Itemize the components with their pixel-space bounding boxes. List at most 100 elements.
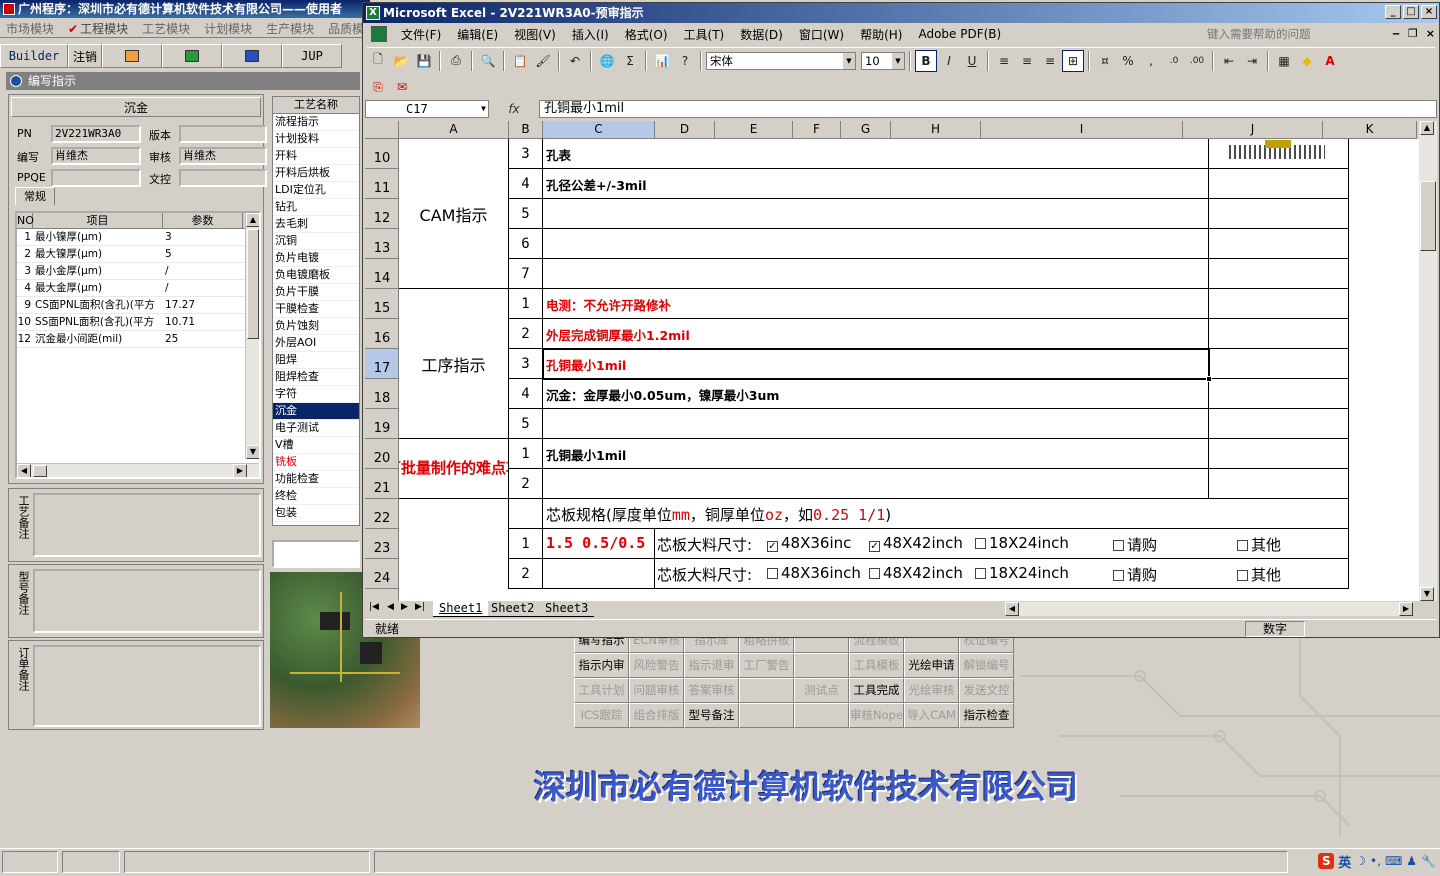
core-size-option[interactable]: ✓ 48X36inc — [767, 534, 851, 552]
ppqe-field[interactable] — [51, 169, 141, 187]
module-engineering[interactable]: ✔ 工程模块 — [62, 18, 136, 37]
sogou-ime-icon[interactable]: S — [1318, 853, 1335, 869]
doc-minimize-icon[interactable]: ‒ — [1392, 27, 1400, 40]
workbook-icon[interactable] — [371, 26, 387, 42]
row-header[interactable]: 15 — [365, 289, 399, 319]
next-sheet-icon[interactable]: ▶ — [401, 602, 408, 612]
increase-decimal-icon[interactable]: .0 — [1163, 50, 1185, 72]
cell-c[interactable]: 孔表 — [543, 139, 1209, 169]
cell-b[interactable]: 3 — [509, 139, 543, 169]
fill-color-icon[interactable]: ◆ — [1296, 50, 1318, 72]
cell-j[interactable] — [1209, 229, 1349, 259]
row-header[interactable]: 23 — [365, 529, 399, 559]
process-list-item[interactable]: 负片干膜 — [273, 284, 359, 301]
param-value[interactable]: 10.71 — [163, 314, 243, 330]
col-param-header[interactable]: 参数 — [163, 213, 243, 228]
cell-b[interactable]: 2 — [509, 469, 543, 499]
function-button[interactable]: 发送文控 — [959, 678, 1014, 703]
function-button[interactable]: 审核Nope — [849, 703, 904, 728]
font-color-icon[interactable]: A — [1319, 50, 1341, 72]
row-header[interactable]: 10 — [365, 139, 399, 169]
sheet-horizontal-scrollbar[interactable]: ◀ ▶ — [1005, 602, 1413, 616]
core-size-option[interactable]: 请购 — [1113, 564, 1157, 585]
param-value[interactable]: / — [163, 263, 243, 279]
cell-c[interactable]: 孔铜最小1mil — [543, 439, 1209, 469]
function-button[interactable]: 工厂警告 — [739, 653, 794, 678]
menu-data[interactable]: 数据(D) — [732, 26, 791, 43]
cell-j[interactable] — [1209, 199, 1349, 229]
font-name-select[interactable]: 宋体 ▼ — [706, 51, 856, 70]
cell-c[interactable]: 电测：不允许开路修补 — [543, 289, 1209, 319]
col-item-header[interactable]: 项目 — [33, 213, 163, 228]
currency-icon[interactable]: ¤ — [1094, 50, 1116, 72]
cell-j[interactable] — [1209, 439, 1349, 469]
module-market[interactable]: 市场模块 — [0, 18, 62, 37]
scroll-down-icon[interactable]: ▼ — [246, 445, 259, 459]
process-list-item[interactable]: 功能检查 — [273, 471, 359, 488]
checkbox-icon[interactable] — [1113, 540, 1124, 551]
cell-c[interactable]: 沉金：金厚最小0.05um，镍厚最小3um — [543, 379, 1209, 409]
pn-field[interactable]: 2V221WR3A0 — [51, 125, 141, 143]
cell-c[interactable] — [543, 409, 1209, 439]
align-center-icon[interactable]: ≡ — [1016, 50, 1038, 72]
jup-button[interactable]: JUP — [282, 44, 342, 68]
function-button[interactable]: 解锁编号 — [959, 653, 1014, 678]
process-list-item[interactable]: 铣板 — [273, 454, 359, 471]
menu-view[interactable]: 视图(V) — [506, 26, 564, 43]
tab-sheet3[interactable]: Sheet3 — [539, 601, 595, 617]
fx-icon[interactable]: fx — [489, 102, 539, 116]
table-row[interactable]: 4 最大金厚(μm) / — [17, 280, 259, 297]
formula-input[interactable]: 孔铜最小1mil — [539, 100, 1437, 118]
cell-j[interactable] — [1209, 319, 1349, 349]
table-row[interactable]: 1 最小镍厚(μm) 3 — [17, 229, 259, 246]
process-list-item[interactable]: 计划投料 — [273, 131, 359, 148]
process-list-item[interactable]: 沉铜 — [273, 233, 359, 250]
minimize-icon[interactable]: _ — [1385, 5, 1401, 19]
menu-format[interactable]: 格式(O) — [617, 26, 676, 43]
menu-adobe-pdf[interactable]: Adobe PDF(B) — [910, 27, 1009, 41]
model-note-field[interactable] — [33, 569, 261, 633]
cell-b[interactable]: 2 — [509, 319, 543, 349]
table-row[interactable]: 2 最大镍厚(μm) 5 — [17, 246, 259, 263]
col-no-header[interactable]: NO — [17, 213, 34, 228]
process-list-item[interactable]: 负片蚀刻 — [273, 318, 359, 335]
function-button[interactable]: 答案审核 — [684, 678, 739, 703]
doc-control-field[interactable] — [179, 169, 267, 187]
decrease-indent-icon[interactable]: ⇤ — [1218, 50, 1240, 72]
column-header-j[interactable]: J — [1183, 121, 1323, 139]
param-value[interactable]: 25 — [163, 331, 243, 347]
row-header[interactable]: 21 — [365, 469, 399, 499]
help-search-input[interactable]: 键入需要帮助的问题 — [1203, 25, 1373, 43]
cell-b[interactable]: 5 — [509, 199, 543, 229]
function-button[interactable]: 测试点 — [794, 678, 849, 703]
cell-j[interactable] — [1209, 349, 1349, 379]
column-header-b[interactable]: B — [509, 121, 543, 139]
function-button[interactable]: 工具完成 — [849, 678, 904, 703]
cell-c[interactable] — [543, 229, 1209, 259]
cell-j[interactable] — [1209, 469, 1349, 499]
italic-icon[interactable]: I — [938, 50, 960, 72]
column-header-h[interactable]: H — [891, 121, 981, 139]
function-button[interactable]: 风险警告 — [629, 653, 684, 678]
core-size-option[interactable]: 18X24inch — [975, 564, 1069, 582]
tab-sheet1[interactable]: Sheet1 — [433, 601, 489, 617]
row-header[interactable]: 11 — [365, 169, 399, 199]
process-input[interactable] — [272, 540, 360, 568]
core-size-option[interactable]: 其他 — [1237, 534, 1281, 555]
comma-icon[interactable]: , — [1140, 50, 1162, 72]
checkbox-icon[interactable] — [975, 538, 986, 549]
module-production[interactable]: 生产模块 — [260, 18, 322, 37]
row-header[interactable]: 16 — [365, 319, 399, 349]
function-button[interactable]: 导入CAM — [904, 703, 959, 728]
cell-b[interactable]: 1 — [509, 529, 543, 559]
cell-c[interactable]: 外层完成铜厚最小1.2mil — [543, 319, 1209, 349]
process-list-item[interactable]: 钻孔 — [273, 199, 359, 216]
column-header-g[interactable]: G — [841, 121, 891, 139]
cell-b[interactable]: 1 — [509, 289, 543, 319]
function-button[interactable]: 工具计划 — [574, 678, 629, 703]
cell-c[interactable] — [543, 469, 1209, 499]
cell-b[interactable]: 2 — [509, 559, 543, 589]
autosum-icon[interactable]: Σ — [619, 50, 641, 72]
cell-b[interactable] — [509, 499, 543, 529]
process-note-field[interactable] — [33, 493, 261, 557]
